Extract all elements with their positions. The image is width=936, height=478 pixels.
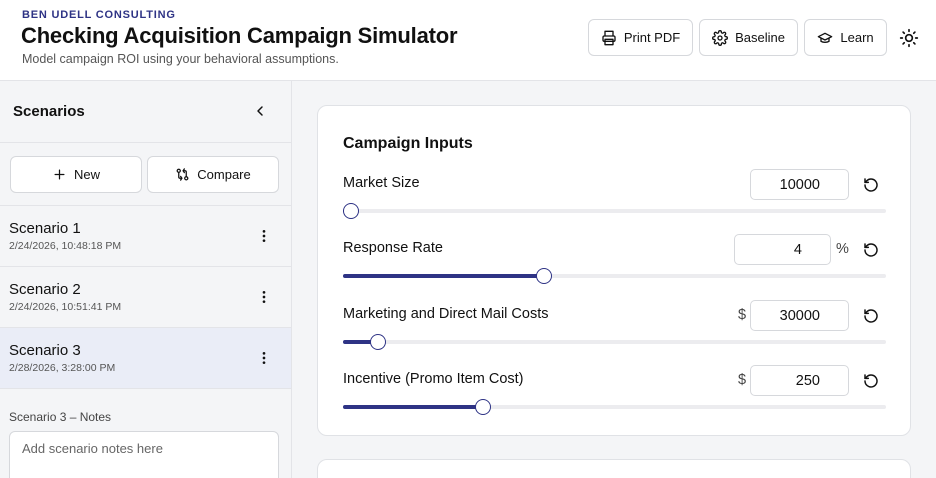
new-scenario-label: New [73, 167, 100, 182]
graduation-cap-icon [818, 32, 833, 43]
field-prefix: $ [738, 372, 747, 388]
sidebar-header: Scenarios [0, 81, 291, 143]
market-size-slider[interactable] [343, 203, 886, 219]
reset-icon[interactable] [863, 242, 879, 258]
brand-name: BEN UDELL CONSULTING [22, 9, 176, 21]
scenarios-sidebar: Scenarios New Compare Scenario 1 2/24/20… [0, 81, 292, 478]
chevron-left-icon[interactable] [252, 103, 268, 119]
scenario-date: 2/28/2026, 3:28:00 PM [9, 362, 116, 374]
scenario-notes-textarea[interactable] [9, 431, 279, 478]
scenario-date: 2/24/2026, 10:48:18 PM [9, 240, 122, 252]
market-size-input[interactable] [750, 169, 849, 200]
slider-thumb[interactable] [370, 334, 387, 350]
field-suffix: % [836, 241, 849, 257]
scenario-name: Scenario 2 [9, 281, 81, 298]
new-scenario-button[interactable]: New [10, 156, 142, 193]
field-label: Response Rate [343, 240, 443, 256]
input-row-market-size: Market Size [318, 169, 912, 229]
reset-icon[interactable] [863, 308, 879, 324]
slider-thumb[interactable] [474, 399, 491, 415]
incentive-input[interactable] [750, 365, 849, 396]
notes-label: Scenario 3 – Notes [9, 410, 112, 424]
compare-label: Compare [197, 167, 251, 182]
response-rate-slider[interactable] [343, 268, 886, 284]
field-label: Incentive (Promo Item Cost) [343, 371, 524, 387]
printer-icon [602, 30, 616, 45]
marketing-costs-input[interactable] [750, 300, 849, 331]
baseline-label: Baseline [735, 30, 785, 45]
app-header: BEN UDELL CONSULTING Checking Acquisitio… [0, 0, 936, 81]
sidebar-actions: New Compare [0, 143, 291, 206]
card-title: Campaign Inputs [343, 135, 473, 152]
reset-icon[interactable] [863, 373, 879, 389]
response-rate-input[interactable] [734, 234, 831, 265]
plus-icon [54, 169, 65, 180]
scenario-name: Scenario 3 [9, 342, 81, 359]
campaign-inputs-card: Campaign Inputs Market Size Response Rat… [317, 105, 911, 436]
input-row-marketing-costs: Marketing and Direct Mail Costs $ [318, 300, 912, 360]
scenario-item-active[interactable]: Scenario 3 2/28/2026, 3:28:00 PM [0, 328, 291, 389]
learn-button[interactable]: Learn [804, 19, 887, 56]
input-row-incentive: Incentive (Promo Item Cost) $ [318, 365, 912, 425]
scenario-date: 2/24/2026, 10:51:41 PM [9, 301, 122, 313]
print-pdf-label: Print PDF [623, 30, 681, 45]
sidebar-title: Scenarios [13, 103, 85, 120]
marketing-costs-slider[interactable] [343, 334, 886, 350]
slider-fill [343, 405, 483, 409]
slider-thumb[interactable] [535, 268, 552, 284]
page-title: Checking Acquisition Campaign Simulator [21, 23, 458, 48]
scenario-item[interactable]: Scenario 2 2/24/2026, 10:51:41 PM [0, 267, 291, 328]
more-vertical-icon[interactable] [256, 350, 272, 366]
compare-button[interactable]: Compare [147, 156, 279, 193]
field-label: Market Size [343, 175, 420, 191]
sun-icon[interactable] [899, 28, 919, 48]
next-section-card [317, 459, 911, 478]
scenario-item[interactable]: Scenario 1 2/24/2026, 10:48:18 PM [0, 206, 291, 267]
scenario-name: Scenario 1 [9, 220, 81, 237]
field-prefix: $ [738, 307, 747, 323]
compare-icon [176, 168, 189, 181]
baseline-button[interactable]: Baseline [699, 19, 798, 56]
page-subtitle: Model campaign ROI using your behavioral… [22, 52, 339, 66]
field-label: Marketing and Direct Mail Costs [343, 306, 549, 322]
slider-thumb[interactable] [343, 203, 360, 219]
more-vertical-icon[interactable] [256, 289, 272, 305]
input-row-response-rate: Response Rate % [318, 234, 912, 294]
gear-icon [712, 29, 728, 46]
print-pdf-button[interactable]: Print PDF [588, 19, 693, 56]
incentive-slider[interactable] [343, 399, 886, 415]
reset-icon[interactable] [863, 177, 879, 193]
slider-fill [343, 274, 544, 278]
learn-label: Learn [840, 30, 874, 45]
more-vertical-icon[interactable] [256, 228, 272, 244]
